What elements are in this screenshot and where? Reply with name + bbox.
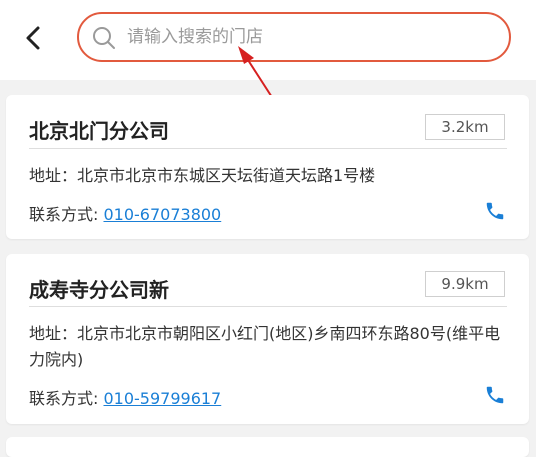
search-icon bbox=[93, 27, 115, 49]
back-arrow-icon[interactable] bbox=[20, 22, 48, 54]
search-box[interactable] bbox=[77, 12, 511, 62]
contact-label: 联系方式: bbox=[29, 389, 104, 408]
phone-icon[interactable] bbox=[484, 384, 506, 406]
distance-badge: 9.9km bbox=[425, 271, 505, 297]
store-address: 地址：北京市北京市朝阳区小红门(地区)乡南四环东路80号(维平电力院内) bbox=[29, 324, 501, 369]
contact-label: 联系方式: bbox=[29, 205, 104, 224]
store-card[interactable] bbox=[6, 437, 529, 457]
store-name: 成寿寺分公司新 bbox=[29, 278, 169, 302]
phone-link[interactable]: 010-59799617 bbox=[103, 389, 221, 408]
store-address: 地址：北京市北京市东城区天坛街道天坛路1号楼 bbox=[29, 166, 376, 185]
distance-badge: 3.2km bbox=[425, 114, 505, 140]
phone-link[interactable]: 010-67073800 bbox=[103, 205, 221, 224]
phone-icon[interactable] bbox=[484, 200, 506, 222]
divider bbox=[29, 148, 507, 149]
store-card[interactable]: 成寿寺分公司新 9.9km 地址：北京市北京市朝阳区小红门(地区)乡南四环东路8… bbox=[6, 254, 529, 424]
search-input[interactable] bbox=[127, 18, 487, 56]
contact-row: 联系方式: 010-59799617 bbox=[29, 385, 221, 409]
contact-row: 联系方式: 010-67073800 bbox=[29, 201, 221, 225]
divider bbox=[29, 306, 507, 307]
store-name: 北京北门分公司 bbox=[29, 119, 169, 143]
top-bar bbox=[0, 0, 536, 80]
store-card[interactable]: 北京北门分公司 3.2km 地址：北京市北京市东城区天坛街道天坛路1号楼 联系方… bbox=[6, 95, 529, 239]
